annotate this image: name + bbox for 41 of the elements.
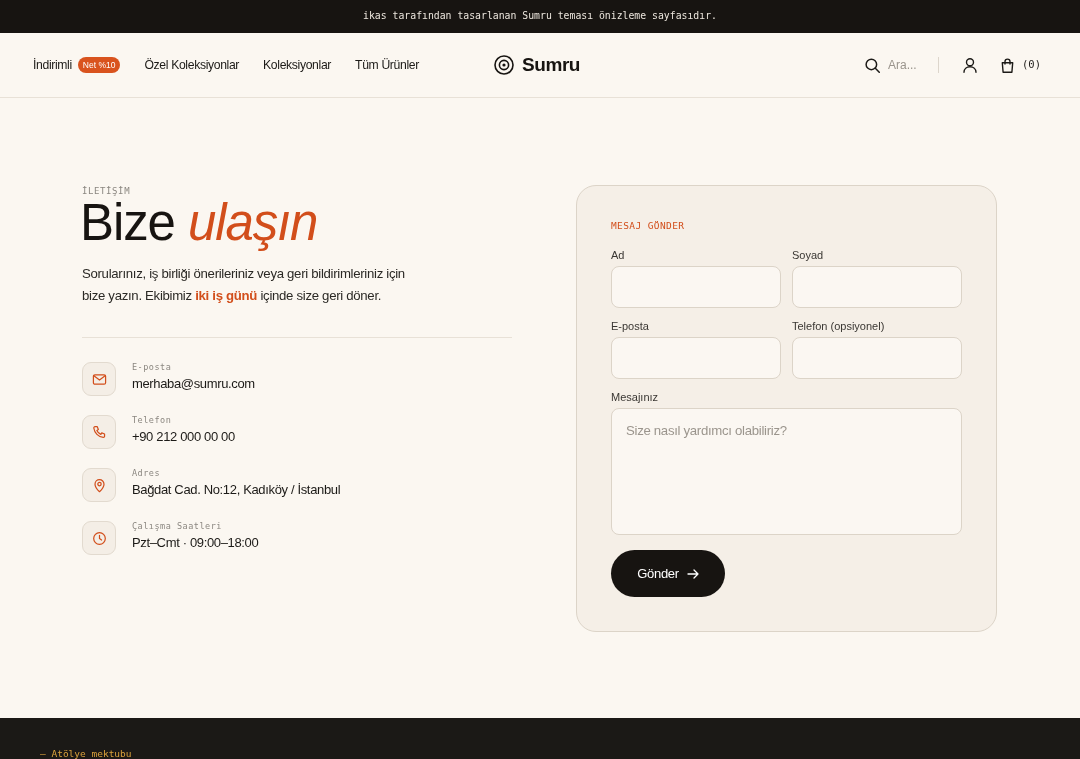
envelope-icon	[82, 362, 116, 396]
contact-value: +90 212 000 00 00	[132, 428, 235, 446]
input-field[interactable]	[611, 266, 781, 308]
contact-value: merhaba@sumru.com	[132, 375, 255, 393]
message-field[interactable]: Size nasıl yardımcı olabiliriz?	[611, 408, 962, 535]
field-label: Mesajınız	[611, 390, 660, 404]
intro-paragraph: Sorularınız, iş birliği önerileriniz veya geri bildirimleriniz için bize yazın. Ekibimiz iki iş günü içinde size geri döner.	[82, 265, 406, 305]
shopping-bag-icon	[1001, 57, 1015, 73]
contact-label: Adres	[132, 468, 162, 479]
input-field[interactable]	[792, 337, 962, 379]
field-label: Ad	[611, 248, 626, 262]
field-label: E-posta	[611, 319, 650, 333]
cart-button[interactable]: (0)	[1001, 57, 1041, 73]
contact-label: E-posta	[132, 362, 173, 373]
nav-link[interactable]: Koleksiyonlar	[263, 55, 332, 75]
section-eyebrow: İLETİŞİM	[82, 185, 132, 197]
nav-link[interactable]: İndirimli Net %10	[33, 55, 121, 75]
footer-text: — Atölye mektubu	[40, 748, 132, 759]
discount-badge: Net %10	[77, 56, 121, 74]
nav-link[interactable]: Özel Koleksiyonlar	[144, 55, 240, 75]
field-label: Telefon (opsiyonel)	[792, 319, 886, 333]
phone-icon	[82, 415, 116, 449]
field-label: Soyad	[792, 248, 825, 262]
map-pin-icon	[82, 468, 116, 502]
input-field[interactable]	[611, 337, 781, 379]
clock-icon	[82, 521, 116, 555]
contact-label: Telefon	[132, 415, 173, 426]
announcement-text: ikas tarafından tasarlanan Sumru teması önizleme sayfasıdır.	[363, 9, 717, 24]
arrow-icon	[686, 568, 699, 579]
input-field[interactable]	[792, 266, 962, 308]
search-icon[interactable]	[865, 57, 881, 73]
logo-text: Sumru	[521, 52, 581, 77]
contact-value: Pzt–Cmt · 09:00–18:00	[132, 534, 259, 552]
form-eyebrow: MESAJ GÖNDER	[611, 219, 686, 233]
search-field[interactable]: Ara...	[888, 56, 923, 74]
contact-label: Çalışma Saatleri	[132, 521, 223, 532]
nav-link[interactable]: Tüm Ürünler	[355, 55, 419, 75]
user-icon[interactable]	[963, 57, 978, 73]
submit-button[interactable]: Gönder	[611, 550, 725, 597]
ring-logo-icon	[493, 55, 514, 75]
contact-value: Bağdat Cad. No:12, Kadıköy / İstanbul	[132, 481, 341, 499]
